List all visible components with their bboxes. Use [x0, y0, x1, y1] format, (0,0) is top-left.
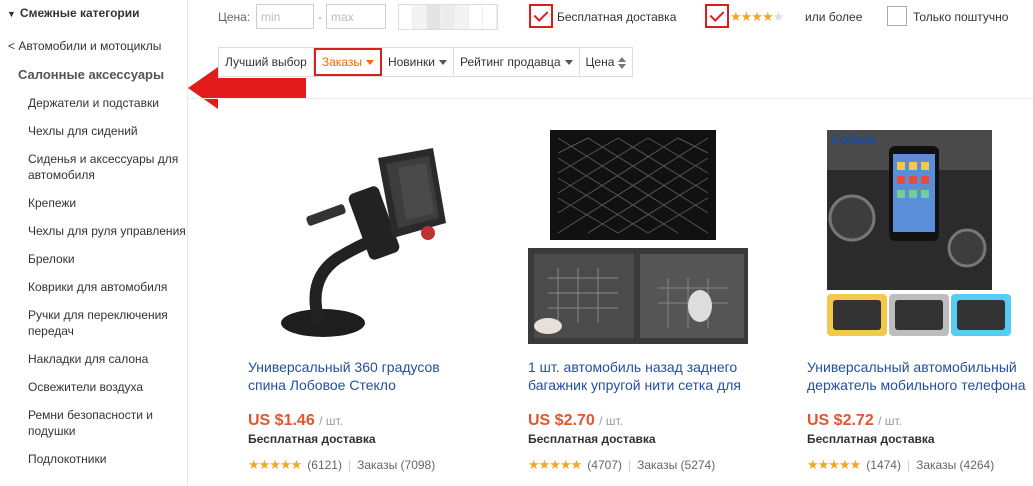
price-unit: / шт.: [319, 414, 343, 428]
product-rating: ★★★★★ (4707) | Заказы (5274): [528, 457, 716, 472]
sort-orders[interactable]: Заказы: [313, 48, 382, 76]
price-max-input[interactable]: [326, 4, 386, 29]
product-price: US $1.46 / шт.: [248, 412, 343, 430]
rating-filter-stars: ★★★★★: [730, 9, 785, 25]
triangle-down-icon: ▼: [7, 9, 16, 19]
single-item-checkbox[interactable]: [887, 6, 907, 26]
reviews-count[interactable]: (1474): [866, 458, 901, 472]
sort-price-label: Цена: [585, 55, 615, 69]
sidebar-header-label: Смежные категории: [19, 6, 140, 20]
sort-up-down-icon: [618, 56, 627, 69]
brand-logo-text: Cobao: [831, 133, 877, 148]
free-shipping-label: Бесплатная доставка: [557, 10, 677, 24]
sidebar-item[interactable]: Ремни безопасности и подушки: [28, 407, 186, 439]
star-empty-icon: ★: [772, 9, 785, 24]
sort-newest-label: Новинки: [387, 55, 435, 69]
sort-price[interactable]: Цена: [580, 48, 633, 76]
sort-best-label: Лучший выбор: [225, 55, 307, 69]
caret-down-icon: [564, 60, 573, 66]
sidebar-item[interactable]: Накладки для салона: [28, 351, 186, 367]
star-rating-icon: ★★★★★: [248, 457, 302, 472]
product-shipping: Бесплатная доставка: [248, 432, 376, 446]
sort-seller-rating[interactable]: Рейтинг продавца: [454, 48, 580, 76]
price-dash: -: [318, 10, 322, 24]
orders-count: Заказы (5274): [637, 458, 716, 472]
price-label: Цена:: [218, 10, 251, 24]
product-rating: ★★★★★ (6121) | Заказы (7098): [248, 457, 436, 472]
price-value: US $2.70: [528, 412, 595, 429]
product-card: 1 шт. автомобиль назад заднего багажник …: [528, 128, 758, 472]
sort-seller-rating-label: Рейтинг продавца: [459, 55, 561, 69]
caret-down-icon: [365, 60, 374, 66]
product-price: US $2.70 / шт.: [528, 412, 623, 430]
sidebar-item[interactable]: Чехлы для сидений: [28, 123, 186, 139]
sidebar-current-category: Салонные аксессуары: [18, 67, 165, 82]
sidebar-item[interactable]: Крепежи: [28, 195, 186, 211]
sort-orders-label: Заказы: [321, 55, 362, 69]
sort-bar: Лучший выбор Заказы Новинки Рейтинг прод…: [218, 47, 634, 77]
sidebar-item[interactable]: Коврики для автомобиля: [28, 279, 186, 295]
sidebar-item[interactable]: Сиденья и аксессуары для автомобиля: [28, 151, 186, 183]
product-title[interactable]: Универсальный автомобильный держатель мо…: [807, 358, 1033, 394]
price-value: US $2.72: [807, 412, 874, 429]
price-range-histogram[interactable]: [398, 4, 498, 30]
product-image-car-phone-holder[interactable]: Cobao: [807, 128, 1027, 348]
sort-newest[interactable]: Новинки: [382, 48, 454, 76]
caret-down-icon: [438, 60, 447, 66]
sidebar-back-link[interactable]: < Автомобили и мотоциклы: [8, 39, 161, 53]
product-image-phone-holder[interactable]: [248, 128, 468, 348]
star-icon: ★★★★: [730, 9, 774, 24]
filter-bar: Цена: - Бесплатная доставка ★★★★★ или бо…: [218, 4, 1033, 30]
sidebar-item[interactable]: Освежители воздуха: [28, 379, 186, 395]
sidebar-category-list: Держатели и подставки Чехлы для сидений …: [28, 95, 186, 479]
product-image-trunk-net[interactable]: [528, 128, 748, 348]
sidebar-item[interactable]: Ручки для переключения передач: [28, 307, 186, 339]
orders-count: Заказы (7098): [357, 458, 436, 472]
product-shipping: Бесплатная доставка: [528, 432, 656, 446]
sort-best-match[interactable]: Лучший выбор: [219, 48, 314, 76]
reviews-count[interactable]: (6121): [307, 458, 342, 472]
product-card: Универсальный 360 градусов спина Лобовое…: [248, 128, 478, 472]
sidebar-item[interactable]: Брелоки: [28, 251, 186, 267]
orders-count: Заказы (4264): [916, 458, 995, 472]
product-title[interactable]: 1 шт. автомобиль назад заднего багажник …: [528, 358, 758, 394]
price-unit: / шт.: [599, 414, 623, 428]
rating-checkbox[interactable]: [705, 4, 729, 28]
free-shipping-checkbox[interactable]: [529, 4, 553, 28]
divider: [188, 98, 1033, 99]
sidebar-item[interactable]: Держатели и подставки: [28, 95, 186, 111]
star-rating-icon: ★★★★★: [807, 457, 861, 472]
product-rating: ★★★★★ (1474) | Заказы (4264): [807, 457, 995, 472]
star-rating-icon: ★★★★★: [528, 457, 582, 472]
related-categories-sidebar: ▼ Смежные категории < Автомобили и мотоци…: [0, 0, 188, 486]
product-shipping: Бесплатная доставка: [807, 432, 935, 446]
sidebar-item[interactable]: Подлокотники: [28, 451, 186, 467]
single-item-label: Только поштучно: [913, 10, 1009, 24]
product-title[interactable]: Универсальный 360 градусов спина Лобовое…: [248, 358, 478, 394]
price-value: US $1.46: [248, 412, 315, 429]
rating-suffix-label: или более: [805, 10, 863, 24]
price-unit: / шт.: [878, 414, 902, 428]
product-card: Cobao Универсальный автомобильный держат…: [807, 128, 1033, 472]
reviews-count[interactable]: (4707): [587, 458, 622, 472]
sidebar-header[interactable]: ▼ Смежные категории: [7, 6, 139, 20]
product-price: US $2.72 / шт.: [807, 412, 902, 430]
sidebar-item[interactable]: Чехлы для руля управления: [28, 223, 186, 239]
price-min-input[interactable]: [256, 4, 314, 29]
